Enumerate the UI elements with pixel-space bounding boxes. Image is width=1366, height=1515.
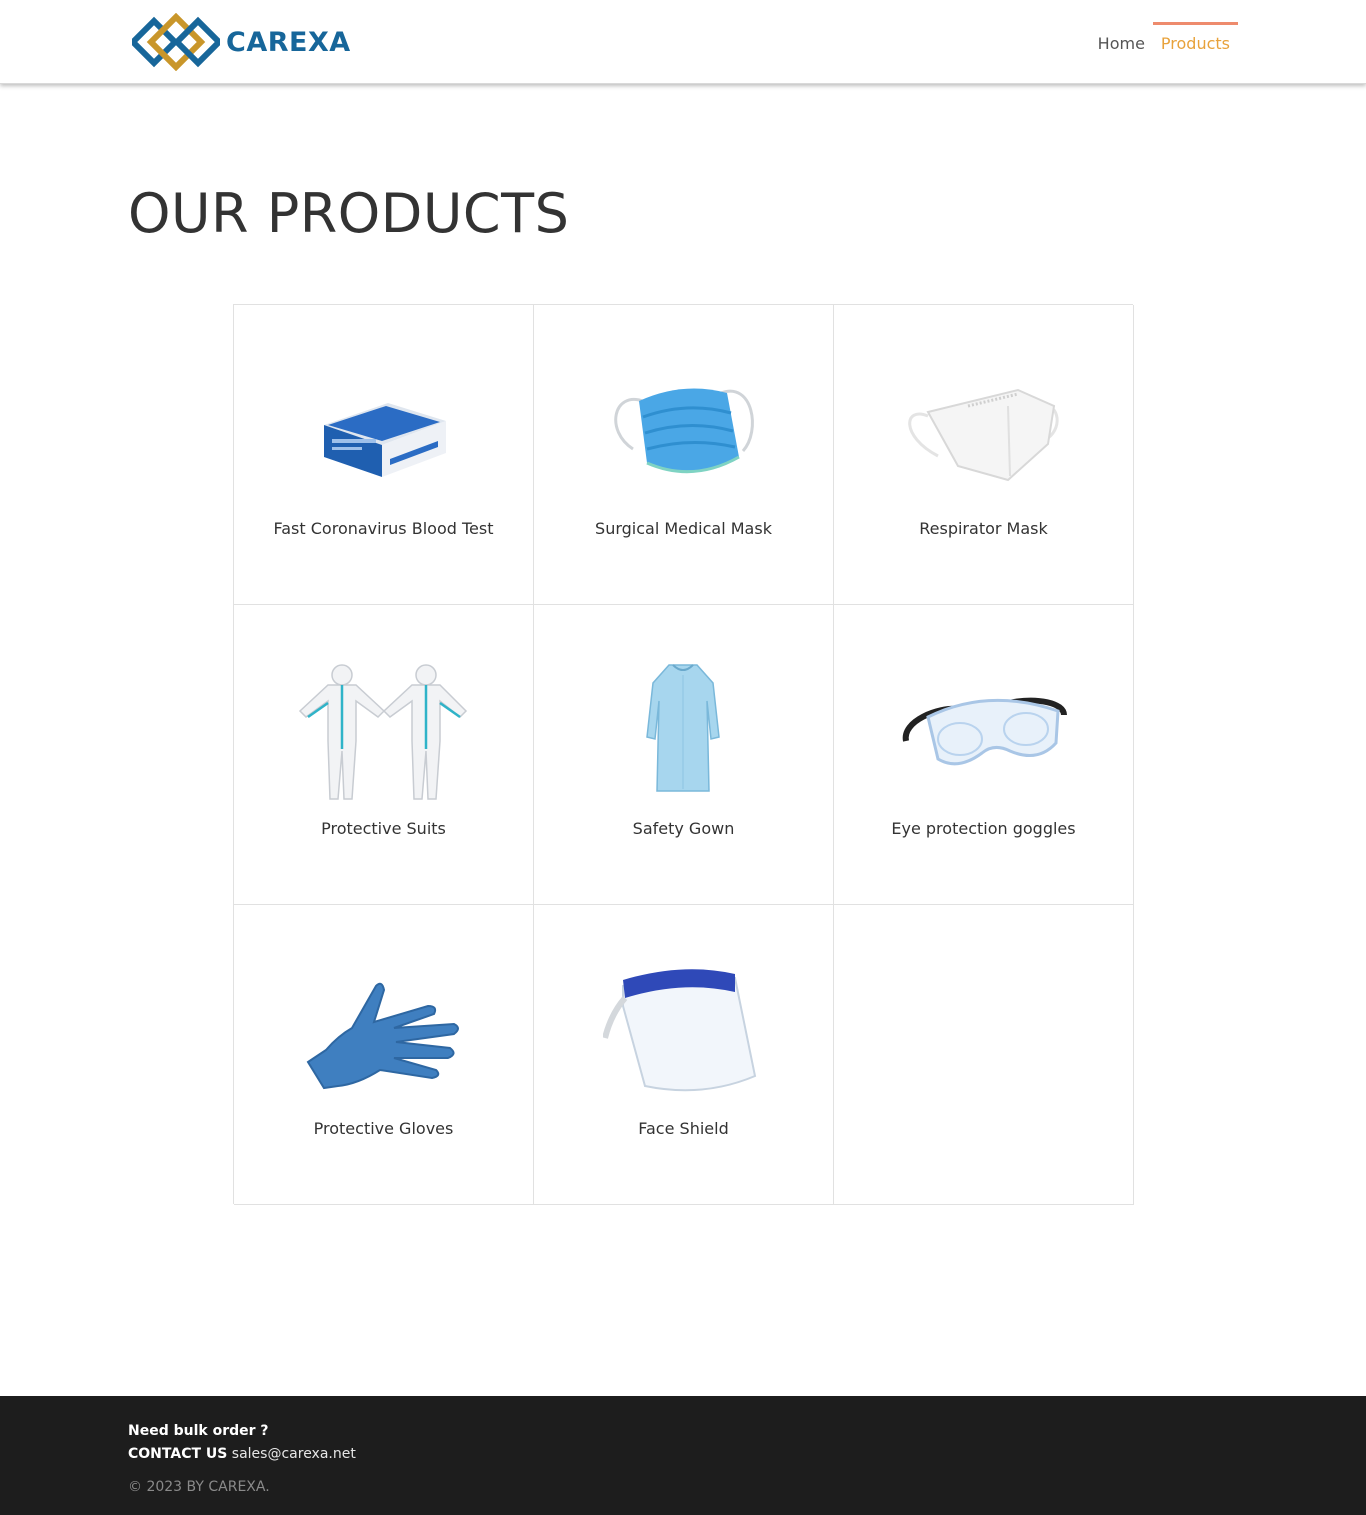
safety-gown-icon xyxy=(598,661,768,801)
carexa-logo-icon xyxy=(132,13,220,71)
site-footer: Need bulk order ? CONTACT US sales@carex… xyxy=(0,1396,1366,1515)
test-kit-box-icon xyxy=(298,361,468,501)
contact-label: CONTACT US xyxy=(128,1446,228,1462)
product-card-face-shield[interactable]: Face Shield xyxy=(534,905,834,1205)
product-card-blood-test[interactable]: Fast Coronavirus Blood Test xyxy=(234,305,534,605)
product-name: Respirator Mask xyxy=(919,519,1048,538)
email-link[interactable]: sales@carexa.net xyxy=(232,1446,356,1462)
product-card-protective-suits[interactable]: Protective Suits xyxy=(234,605,534,905)
product-name: Face Shield xyxy=(638,1119,729,1138)
product-grid: Fast Coronavirus Blood Test Surgical Med… xyxy=(233,304,1134,1205)
glove-icon xyxy=(298,961,468,1101)
product-name: Protective Gloves xyxy=(313,1119,454,1138)
product-card-goggles[interactable]: Eye protection goggles xyxy=(834,605,1134,905)
main-nav: Home Products xyxy=(1090,22,1238,62)
product-name: Eye protection goggles xyxy=(891,819,1076,838)
copyright-text: © 2023 BY CAREXA. xyxy=(128,1479,270,1495)
empty-grid-cell xyxy=(834,905,1134,1205)
contact-line: CONTACT US sales@carexa.net xyxy=(128,1446,356,1462)
product-name: Protective Suits xyxy=(321,819,446,838)
product-card-respirator-mask[interactable]: Respirator Mask xyxy=(834,305,1134,605)
protective-suit-icon xyxy=(298,661,468,801)
nav-home[interactable]: Home xyxy=(1090,22,1153,62)
product-card-safety-gown[interactable]: Safety Gown xyxy=(534,605,834,905)
logo-text: CAREXA xyxy=(226,26,351,58)
product-name: Fast Coronavirus Blood Test xyxy=(273,519,494,538)
page-title: OUR PRODUCTS xyxy=(128,182,570,245)
product-name: Surgical Medical Mask xyxy=(595,519,772,538)
logo[interactable]: CAREXA xyxy=(132,13,351,71)
face-shield-icon xyxy=(598,961,768,1101)
product-name: Safety Gown xyxy=(632,819,735,838)
respirator-mask-icon xyxy=(898,361,1068,501)
bulk-order-text: Need bulk order ? xyxy=(128,1423,269,1439)
product-card-surgical-mask[interactable]: Surgical Medical Mask xyxy=(534,305,834,605)
surgical-mask-icon xyxy=(598,361,768,501)
goggles-icon xyxy=(898,661,1068,801)
product-card-gloves[interactable]: Protective Gloves xyxy=(234,905,534,1205)
site-header: CAREXA Home Products xyxy=(0,0,1366,84)
nav-products[interactable]: Products xyxy=(1152,22,1238,62)
